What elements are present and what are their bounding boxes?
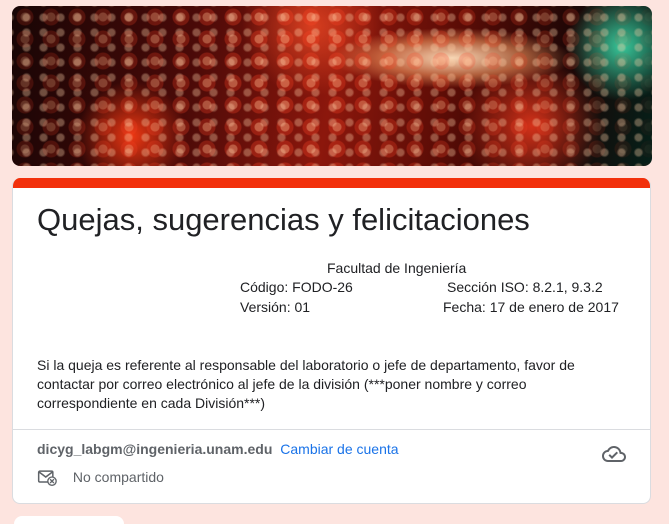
mail-not-shared-icon — [37, 470, 57, 486]
cloud-check-icon[interactable] — [602, 442, 626, 466]
seccion-text: Sección ISO: 8.2.1, 9.3.2 — [447, 279, 603, 295]
account-row: dicyg_labgm@ingenieria.unam.edu Cambiar … — [37, 441, 399, 457]
fecha-text: Fecha: 17 de enero de 2017 — [443, 299, 619, 315]
header-banner-image — [12, 6, 652, 166]
sharing-status-row: No compartido — [37, 467, 164, 487]
version-text: Versión: 01 — [240, 299, 311, 315]
form-title: Quejas, sugerencias y felicitaciones — [37, 202, 530, 237]
card-accent-bar — [13, 178, 650, 188]
switch-account-link[interactable]: Cambiar de cuenta — [280, 441, 398, 457]
codigo-text: Código: FODO-26 — [240, 279, 353, 295]
faculty-text: Facultad de Ingeniería — [327, 260, 467, 276]
next-card-edge — [14, 516, 124, 524]
form-description: Si la queja es referente al responsable … — [37, 357, 575, 411]
sharing-status-text: No compartido — [72, 469, 164, 485]
divider — [13, 429, 650, 430]
account-email: dicyg_labgm@ingenieria.unam.edu — [37, 441, 273, 457]
form-header-card: Quejas, sugerencias y felicitaciones Fac… — [12, 178, 651, 504]
banner-bokeh-highlights — [12, 6, 652, 166]
